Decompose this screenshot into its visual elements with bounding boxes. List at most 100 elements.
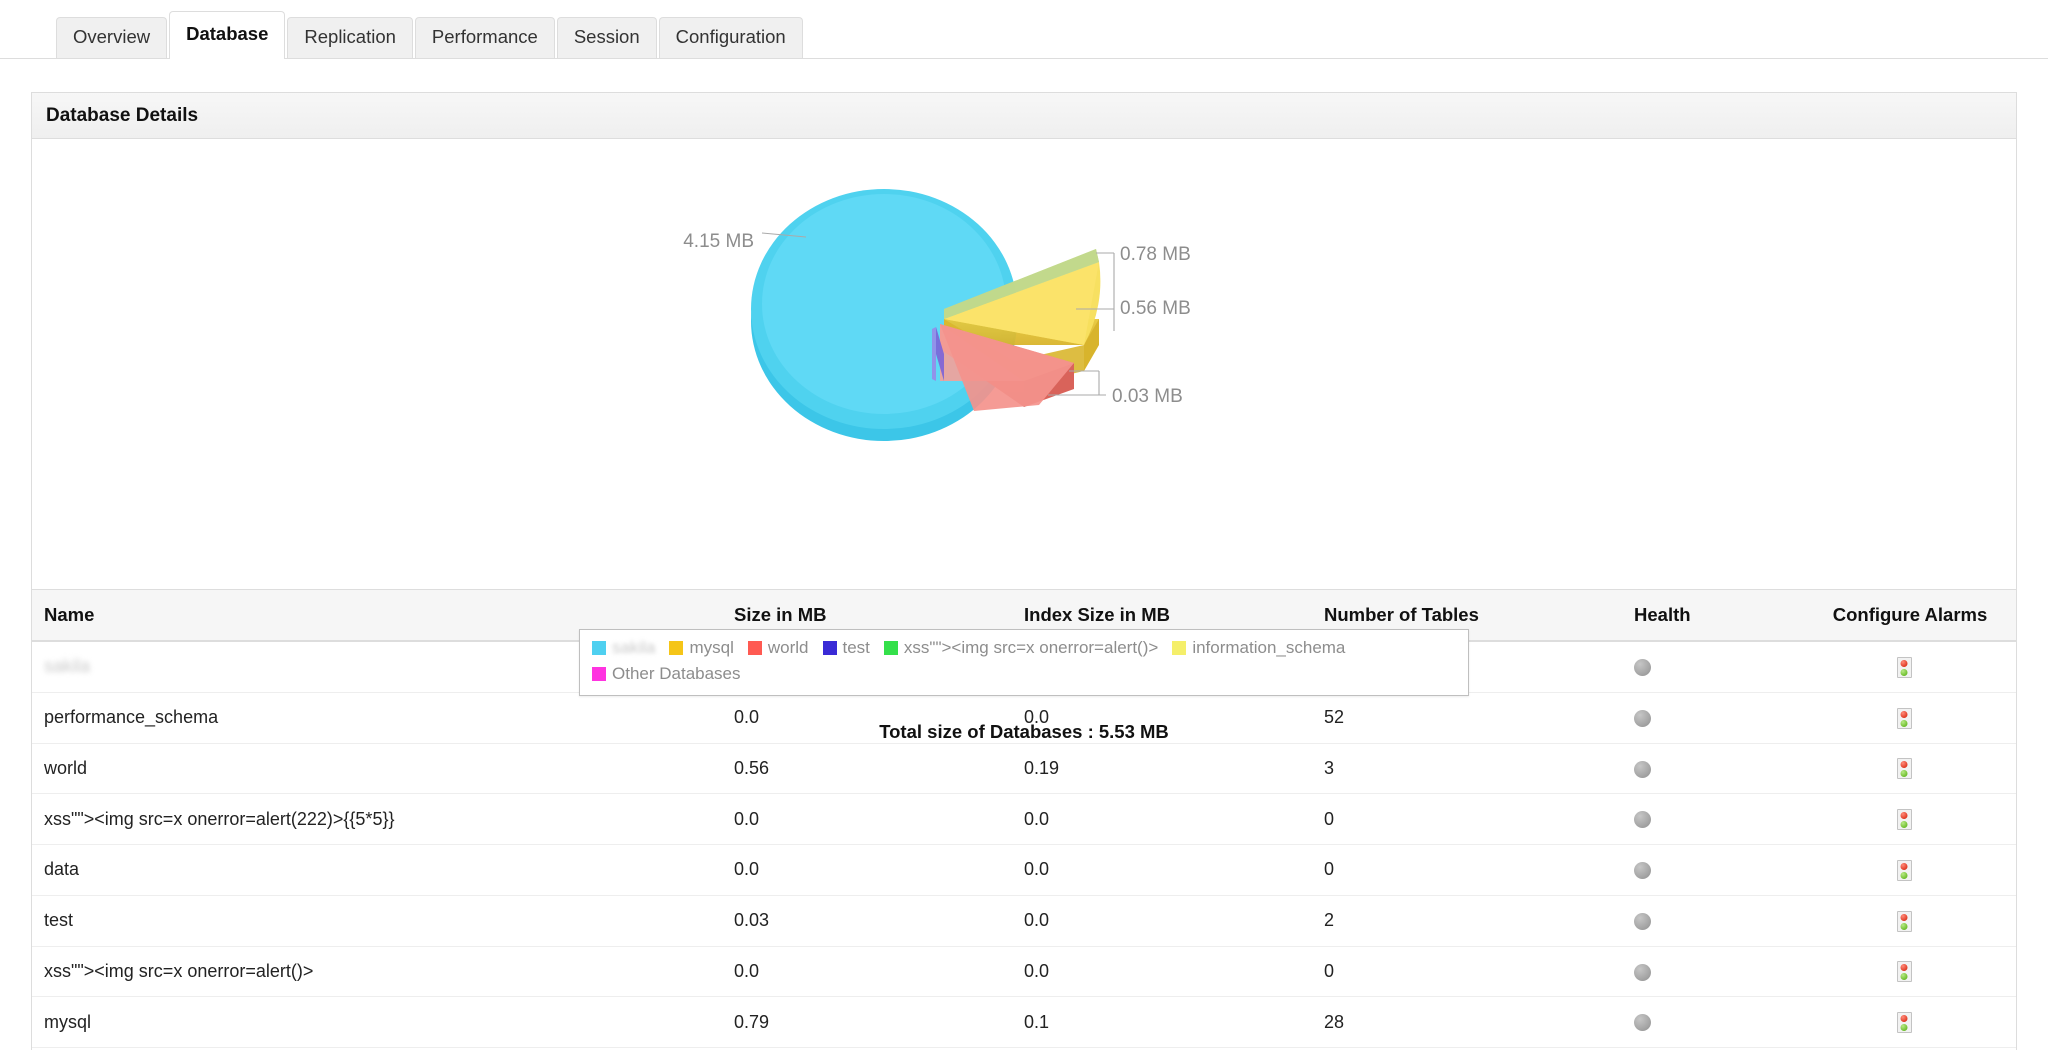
tab-overview[interactable]: Overview xyxy=(56,17,167,58)
cell-name-value: data xyxy=(44,859,79,879)
cell-index-size-value: 0.0 xyxy=(1024,809,1049,829)
cell-number-of-tables: 2 xyxy=(1312,895,1622,946)
alarm-green-light-icon xyxy=(1901,1024,1908,1031)
legend-row-primary: sakila mysql world test xss""><img src=x one… xyxy=(592,638,1456,660)
cell-number-of-tables: 3 xyxy=(1312,743,1622,794)
cell-index-size: 0.0 xyxy=(1012,845,1312,896)
table-row[interactable]: data0.00.00 xyxy=(32,845,2016,896)
legend-item[interactable]: test xyxy=(823,638,870,658)
configure-alarm-icon[interactable] xyxy=(1897,758,1912,779)
database-size-chart: 4.15 MB 0.78 MB 0.56 MB 0.03 MB sakilamy… xyxy=(32,139,2016,589)
configure-alarm-icon[interactable] xyxy=(1897,809,1912,830)
alarm-red-light-icon xyxy=(1901,660,1908,667)
health-status-icon xyxy=(1634,811,1651,828)
alarm-red-light-icon xyxy=(1901,964,1908,971)
cell-number-of-tables: 28 xyxy=(1312,997,1622,1048)
configure-alarm-icon[interactable] xyxy=(1897,657,1912,678)
table-row[interactable]: xss""><img src=x onerror=alert(222)>{{5*… xyxy=(32,794,2016,845)
legend-item[interactable]: mysql xyxy=(669,638,733,658)
chart-legend: sakila mysql world test xss""><img src=x one… xyxy=(579,629,1469,696)
cell-name: xss""><img src=x onerror=alert()> xyxy=(32,946,722,997)
tab-database[interactable]: Database xyxy=(169,11,285,58)
cell-number-of-tables: 0 xyxy=(1312,794,1622,845)
cell-configure-alarms xyxy=(1802,641,2016,692)
cell-size: 0.0 xyxy=(722,845,1012,896)
alarm-red-light-icon xyxy=(1901,812,1908,819)
table-row[interactable]: test0.030.02 xyxy=(32,895,2016,946)
tab-label: Configuration xyxy=(676,26,786,47)
cell-size: 0.0 xyxy=(722,794,1012,845)
tab-label: Overview xyxy=(73,26,150,47)
legend-swatch-icon xyxy=(669,641,683,655)
cell-name-value: mysql xyxy=(44,1012,91,1032)
pie-callout-sakila: 4.15 MB xyxy=(683,231,754,252)
alarm-green-light-icon xyxy=(1901,821,1908,828)
cell-health xyxy=(1622,845,1802,896)
alarm-red-light-icon xyxy=(1901,863,1908,870)
tab-configuration[interactable]: Configuration xyxy=(659,17,803,58)
cell-index-size-value: 0.0 xyxy=(1024,910,1049,930)
cell-index-size: 0.1 xyxy=(1012,997,1312,1048)
cell-configure-alarms xyxy=(1802,743,2016,794)
health-status-icon xyxy=(1634,964,1651,981)
legend-swatch-icon xyxy=(592,667,606,681)
table-row[interactable]: xss""><img src=x onerror=alert()>0.00.00 xyxy=(32,946,2016,997)
cell-size-value: 0.0 xyxy=(734,859,759,879)
legend-label: Other Databases xyxy=(612,664,741,684)
legend-swatch-icon xyxy=(592,641,606,655)
cell-size: 0.56 xyxy=(722,743,1012,794)
health-status-icon xyxy=(1634,862,1651,879)
tab-bar: Overview Database Replication PerformanceSe… xyxy=(0,0,2048,59)
table-row[interactable]: mysql 0.79 0.1 28 xyxy=(32,997,2016,1048)
legend-swatch-icon xyxy=(748,641,762,655)
cell-index-size: 0.0 xyxy=(1012,895,1312,946)
column-header-health[interactable]: Health xyxy=(1622,590,1802,642)
cell-size: 0.79 xyxy=(722,997,1012,1048)
legend-item[interactable]: world xyxy=(748,638,809,658)
pie-chart: 4.15 MB 0.78 MB 0.56 MB 0.03 MB xyxy=(644,149,1404,479)
alarm-green-light-icon xyxy=(1901,923,1908,930)
configure-alarm-icon[interactable] xyxy=(1897,708,1912,729)
alarm-green-light-icon xyxy=(1901,872,1908,879)
legend-item[interactable]: Other Databases xyxy=(592,664,741,684)
legend-item[interactable]: xss""><img src=x onerror=alert()> xyxy=(884,638,1158,658)
cell-name: test xyxy=(32,895,722,946)
cell-name: data xyxy=(32,845,722,896)
tab-label: Replication xyxy=(304,26,396,47)
cell-configure-alarms xyxy=(1802,946,2016,997)
alarm-red-light-icon xyxy=(1901,1015,1908,1022)
cell-index-size: 0.19 xyxy=(1012,743,1312,794)
alarm-green-light-icon xyxy=(1901,973,1908,980)
page-root: Overview Database Replication PerformanceSe… xyxy=(0,0,2048,1050)
cell-health xyxy=(1622,641,1802,692)
legend-item[interactable]: information_schema xyxy=(1172,638,1345,658)
legend-item[interactable]: sakila xyxy=(592,638,655,658)
tab-performance[interactable]: Performance xyxy=(415,17,555,58)
cell-health xyxy=(1622,895,1802,946)
cell-name-value: sakila xyxy=(44,656,90,676)
cell-index-size-value: 0.1 xyxy=(1024,1012,1049,1032)
legend-swatch-icon xyxy=(823,641,837,655)
configure-alarm-icon[interactable] xyxy=(1897,1012,1912,1033)
legend-label: information_schema xyxy=(1192,638,1345,658)
configure-alarm-icon[interactable] xyxy=(1897,860,1912,881)
tab-replication[interactable]: Replication xyxy=(287,17,413,58)
cell-configure-alarms xyxy=(1802,845,2016,896)
cell-name-value: world xyxy=(44,758,87,778)
cell-name: mysql xyxy=(32,997,722,1048)
column-header-configure-alarms[interactable]: Configure Alarms xyxy=(1802,590,2016,642)
cell-health xyxy=(1622,997,1802,1048)
health-status-icon xyxy=(1634,761,1651,778)
database-details-panel: Database Details xyxy=(31,92,2017,1050)
pie-chart-svg: 4.15 MB 0.78 MB 0.56 MB 0.03 MB xyxy=(644,149,1404,479)
table-row[interactable]: world 0.560.193 xyxy=(32,743,2016,794)
tab-session[interactable]: Session xyxy=(557,17,657,58)
cell-number-of-tables-value: 2 xyxy=(1324,910,1334,930)
cell-size-value: 0.79 xyxy=(734,1012,769,1032)
pie-callout-test: 0.03 MB xyxy=(1112,386,1183,407)
configure-alarm-icon[interactable] xyxy=(1897,961,1912,982)
alarm-green-light-icon xyxy=(1901,669,1908,676)
health-status-icon xyxy=(1634,913,1651,930)
configure-alarm-icon[interactable] xyxy=(1897,911,1912,932)
legend-swatch-icon xyxy=(1172,641,1186,655)
